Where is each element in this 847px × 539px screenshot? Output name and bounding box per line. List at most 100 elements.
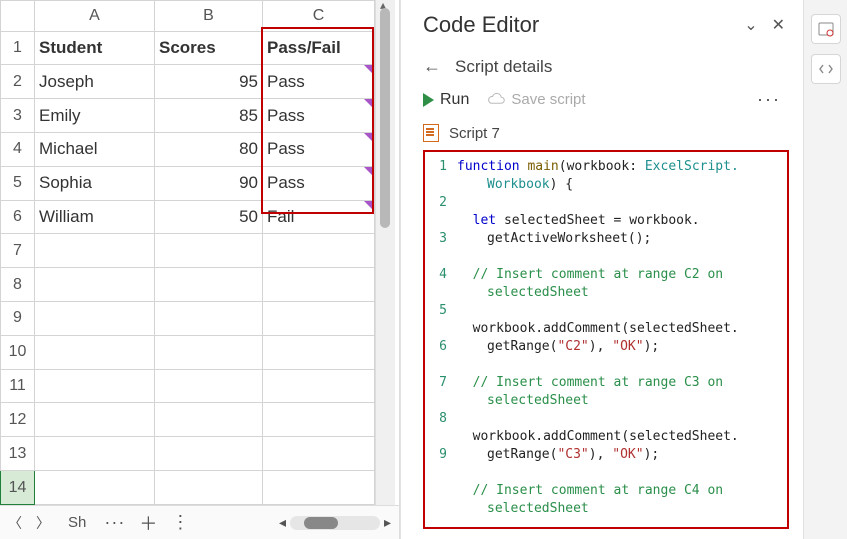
tab-next-icon[interactable]: 〉: [36, 513, 50, 533]
scroll-left-icon[interactable]: ◂: [279, 514, 286, 531]
cell[interactable]: Scores: [155, 31, 263, 65]
play-icon: [423, 93, 434, 107]
row-header[interactable]: 3: [1, 99, 35, 133]
cell[interactable]: [35, 268, 155, 302]
editor-title: Code Editor: [423, 12, 539, 38]
tab-prev-icon[interactable]: 〈: [8, 513, 22, 533]
save-script-label: Save script: [511, 91, 585, 108]
column-header[interactable]: C: [263, 1, 375, 32]
more-actions-button[interactable]: ···: [757, 89, 781, 110]
row-header[interactable]: 7: [1, 234, 35, 268]
cell[interactable]: [263, 403, 375, 437]
cell[interactable]: [263, 268, 375, 302]
sheet-more-icon[interactable]: ⋮: [171, 512, 190, 533]
horizontal-scroll-track[interactable]: [290, 516, 380, 530]
run-toolbar: Run Save script ···: [401, 87, 803, 120]
cell[interactable]: Joseph: [35, 65, 155, 99]
cell[interactable]: [155, 302, 263, 336]
cell[interactable]: Pass: [263, 166, 375, 200]
cell[interactable]: [35, 403, 155, 437]
row-header[interactable]: 1: [1, 31, 35, 65]
corner-cell[interactable]: [1, 1, 35, 32]
horizontal-scroll-thumb[interactable]: [304, 517, 338, 529]
cell[interactable]: [35, 471, 155, 505]
cell[interactable]: [35, 437, 155, 471]
cell[interactable]: Pass: [263, 132, 375, 166]
sheet-tab-label[interactable]: Sh: [64, 514, 90, 531]
cell[interactable]: 80: [155, 132, 263, 166]
cell[interactable]: [35, 369, 155, 403]
cell[interactable]: [155, 268, 263, 302]
comment-indicator-icon[interactable]: [364, 133, 374, 143]
side-toolbar: [803, 0, 847, 539]
grid-wrap: ABC1StudentScoresPass/Fail2Joseph95Pass3…: [0, 0, 399, 505]
save-script-button[interactable]: Save script: [487, 91, 585, 109]
editor-header: Code Editor ⌄ ✕: [401, 0, 803, 50]
code-editor[interactable]: 123456789 function main(workbook: ExcelS…: [423, 150, 789, 529]
comment-indicator-icon[interactable]: [364, 65, 374, 75]
column-header[interactable]: B: [155, 1, 263, 32]
row-header[interactable]: 9: [1, 302, 35, 336]
comment-indicator-icon[interactable]: [364, 99, 374, 109]
comment-indicator-icon[interactable]: [364, 201, 374, 211]
row-header[interactable]: 5: [1, 166, 35, 200]
cell[interactable]: Fail: [263, 200, 375, 234]
row-header[interactable]: 2: [1, 65, 35, 99]
cell[interactable]: [263, 437, 375, 471]
scroll-right-icon[interactable]: ▸: [384, 514, 391, 531]
script-file-icon: [423, 124, 439, 142]
side-tool-calendar-icon[interactable]: [811, 14, 841, 44]
row-header[interactable]: 4: [1, 132, 35, 166]
cell[interactable]: Pass/Fail: [263, 31, 375, 65]
add-sheet-button[interactable]: ＋: [139, 510, 157, 536]
cell[interactable]: 95: [155, 65, 263, 99]
cell[interactable]: 85: [155, 99, 263, 133]
back-icon[interactable]: ←: [423, 56, 441, 77]
cell[interactable]: [263, 471, 375, 505]
cell[interactable]: [263, 335, 375, 369]
cell[interactable]: [155, 335, 263, 369]
cell[interactable]: [35, 234, 155, 268]
row-header[interactable]: 12: [1, 403, 35, 437]
row-header[interactable]: 10: [1, 335, 35, 369]
row-header[interactable]: 8: [1, 268, 35, 302]
cell[interactable]: [155, 369, 263, 403]
cell[interactable]: Michael: [35, 132, 155, 166]
cell[interactable]: 50: [155, 200, 263, 234]
cell[interactable]: [35, 335, 155, 369]
side-tool-code-icon[interactable]: [811, 54, 841, 84]
cell[interactable]: Student: [35, 31, 155, 65]
cell[interactable]: Emily: [35, 99, 155, 133]
cell[interactable]: [263, 302, 375, 336]
spreadsheet-grid[interactable]: ABC1StudentScoresPass/Fail2Joseph95Pass3…: [0, 0, 375, 505]
cell[interactable]: 90: [155, 166, 263, 200]
row-header[interactable]: 14: [1, 471, 35, 505]
cell[interactable]: [35, 302, 155, 336]
row-header[interactable]: 13: [1, 437, 35, 471]
cell[interactable]: [155, 403, 263, 437]
row-header[interactable]: 6: [1, 200, 35, 234]
collapse-icon[interactable]: ⌄: [744, 15, 757, 35]
line-gutter: 123456789: [425, 152, 451, 527]
cell[interactable]: Pass: [263, 65, 375, 99]
vertical-scrollbar[interactable]: ▴: [375, 0, 395, 505]
row-header[interactable]: 11: [1, 369, 35, 403]
cell[interactable]: Pass: [263, 99, 375, 133]
cell[interactable]: William: [35, 200, 155, 234]
code-content[interactable]: function main(workbook: ExcelScript. Wor…: [451, 152, 787, 527]
cell[interactable]: [155, 437, 263, 471]
sheet-tab-ellipsis[interactable]: ···: [104, 512, 125, 533]
column-header[interactable]: A: [35, 1, 155, 32]
vertical-scroll-thumb[interactable]: [380, 8, 390, 228]
run-button[interactable]: Run: [423, 91, 469, 109]
horizontal-scrollbar[interactable]: ◂ ▸: [279, 514, 391, 531]
close-icon[interactable]: ✕: [772, 15, 785, 35]
cell[interactable]: [263, 369, 375, 403]
comment-indicator-icon[interactable]: [364, 167, 374, 177]
cell[interactable]: [263, 234, 375, 268]
cell[interactable]: [155, 234, 263, 268]
cell[interactable]: Sophia: [35, 166, 155, 200]
script-name-label: Script 7: [449, 125, 500, 142]
cell[interactable]: [155, 471, 263, 505]
script-name-row: Script 7: [401, 120, 803, 150]
